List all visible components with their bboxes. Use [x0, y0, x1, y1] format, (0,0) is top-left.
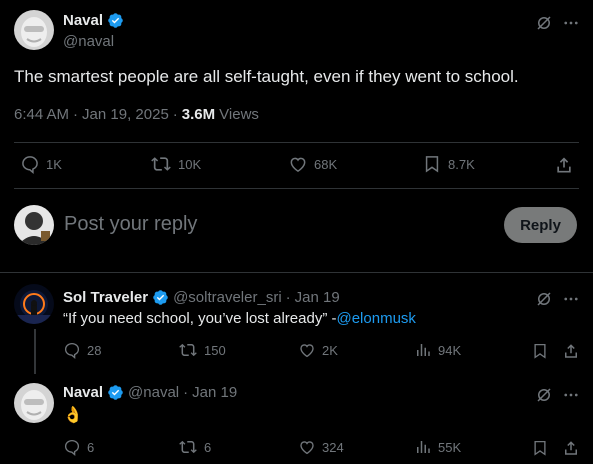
reply-icon: [22, 156, 38, 174]
share-glyph: [565, 441, 577, 455]
reply-action[interactable]: 1K: [20, 154, 62, 174]
grok-icon[interactable]: [533, 288, 555, 310]
author-name[interactable]: Sol Traveler: [63, 289, 148, 306]
separator: ·: [285, 289, 291, 306]
share-glyph: [557, 157, 571, 173]
share-icon[interactable]: [561, 438, 581, 458]
views-label: Views: [219, 106, 259, 123]
author-name[interactable]: Naval: [63, 12, 103, 29]
views-action[interactable]: 94K: [414, 341, 461, 359]
repost-icon: [151, 157, 171, 171]
verified-badge-icon: [108, 13, 123, 28]
author-handle[interactable]: @soltraveler_sri: [173, 289, 282, 306]
more-options-icon[interactable]: [560, 384, 582, 406]
share-icon[interactable]: [561, 341, 581, 361]
views-icon: [417, 441, 430, 453]
separator: ·: [183, 384, 189, 401]
reply-input[interactable]: Post your reply: [64, 213, 197, 236]
share-glyph: [565, 344, 577, 358]
divider: [14, 188, 579, 189]
bookmark-glyph: [534, 343, 546, 359]
grok-glyph: [537, 388, 551, 402]
avatar-image: [14, 10, 54, 50]
separator: ·: [172, 106, 178, 123]
current-user-avatar[interactable]: [14, 205, 54, 245]
reply-text: “If you need school, you’ve lost already…: [63, 310, 416, 327]
like-action[interactable]: 2K: [298, 341, 338, 359]
views-action[interactable]: 55K: [414, 438, 461, 456]
reply-action[interactable]: 28: [63, 341, 101, 359]
author-handle[interactable]: @naval: [128, 384, 179, 401]
reply-icon: [64, 342, 80, 359]
grok-glyph: [537, 292, 551, 306]
post-date[interactable]: Jan 19, 2025: [82, 106, 169, 123]
reply-text-body: “If you need school, you’ve lost already…: [63, 310, 337, 327]
verified-badge-icon: [108, 385, 123, 400]
post-date[interactable]: Jan 19: [295, 289, 340, 306]
thread-line: [34, 329, 36, 374]
author-avatar[interactable]: [14, 10, 54, 50]
reply-count: 1K: [46, 156, 62, 172]
bookmark-icon[interactable]: [530, 341, 550, 361]
author-name[interactable]: Naval: [63, 384, 103, 401]
repost-icon: [179, 343, 197, 357]
mention-link[interactable]: @elonmusk: [336, 310, 415, 327]
bookmark-icon: [425, 156, 439, 173]
heart-icon: [300, 441, 314, 455]
author-avatar[interactable]: [14, 284, 54, 324]
views-count: 94K: [438, 342, 462, 358]
repost-action[interactable]: 10K: [150, 154, 201, 174]
post-time[interactable]: 6:44 AM: [14, 106, 69, 123]
verified-badge-icon: [153, 290, 168, 305]
repost-count: 150: [204, 342, 226, 358]
separator: ·: [73, 106, 79, 123]
like-count: 68K: [314, 156, 338, 172]
post-metadata: 6:44 AM · Jan 19, 2025 · 3.6M Views: [14, 106, 259, 123]
bookmark-glyph: [534, 440, 546, 456]
grok-icon[interactable]: [533, 384, 555, 406]
divider: [0, 272, 593, 273]
avatar-image: [14, 383, 54, 423]
author-handle[interactable]: @naval: [63, 33, 114, 50]
more-options-icon[interactable]: [560, 12, 582, 34]
views-count: 3.6M: [181, 106, 216, 123]
views-icon: [417, 344, 430, 356]
heart-icon: [300, 344, 314, 358]
repost-action[interactable]: 6: [178, 438, 211, 456]
views-count: 55K: [438, 439, 462, 455]
like-count: 2K: [322, 342, 338, 358]
reply-action[interactable]: 6: [63, 438, 94, 456]
author-avatar[interactable]: [14, 383, 54, 423]
grok-glyph: [537, 16, 551, 30]
post-text: The smartest people are all self-taught,…: [14, 67, 519, 86]
more-dots: [564, 297, 578, 301]
like-action[interactable]: 68K: [288, 154, 337, 174]
like-action[interactable]: 324: [298, 438, 344, 456]
reply-icon: [64, 439, 80, 456]
like-count: 324: [322, 439, 344, 455]
avatar-image: [14, 284, 54, 324]
more-options-icon[interactable]: [560, 288, 582, 310]
bookmark-action[interactable]: 8.7K: [422, 154, 475, 174]
repost-icon: [179, 440, 197, 454]
bookmark-icon[interactable]: [530, 438, 550, 458]
bookmark-count: 8.7K: [448, 156, 475, 172]
repost-count: 10K: [178, 156, 202, 172]
heart-icon: [290, 157, 306, 172]
reply-count: 6: [87, 439, 95, 455]
avatar-image: [14, 205, 54, 245]
reply-text: 👌: [63, 407, 83, 424]
more-dots: [564, 21, 578, 25]
reply-button[interactable]: Reply: [504, 207, 577, 243]
share-icon[interactable]: [552, 154, 576, 176]
repost-action[interactable]: 150: [178, 341, 226, 359]
more-dots: [564, 393, 578, 397]
repost-count: 6: [204, 439, 212, 455]
grok-icon[interactable]: [533, 12, 555, 34]
post-date[interactable]: Jan 19: [192, 384, 237, 401]
reply-count: 28: [87, 342, 102, 358]
divider: [14, 142, 579, 143]
